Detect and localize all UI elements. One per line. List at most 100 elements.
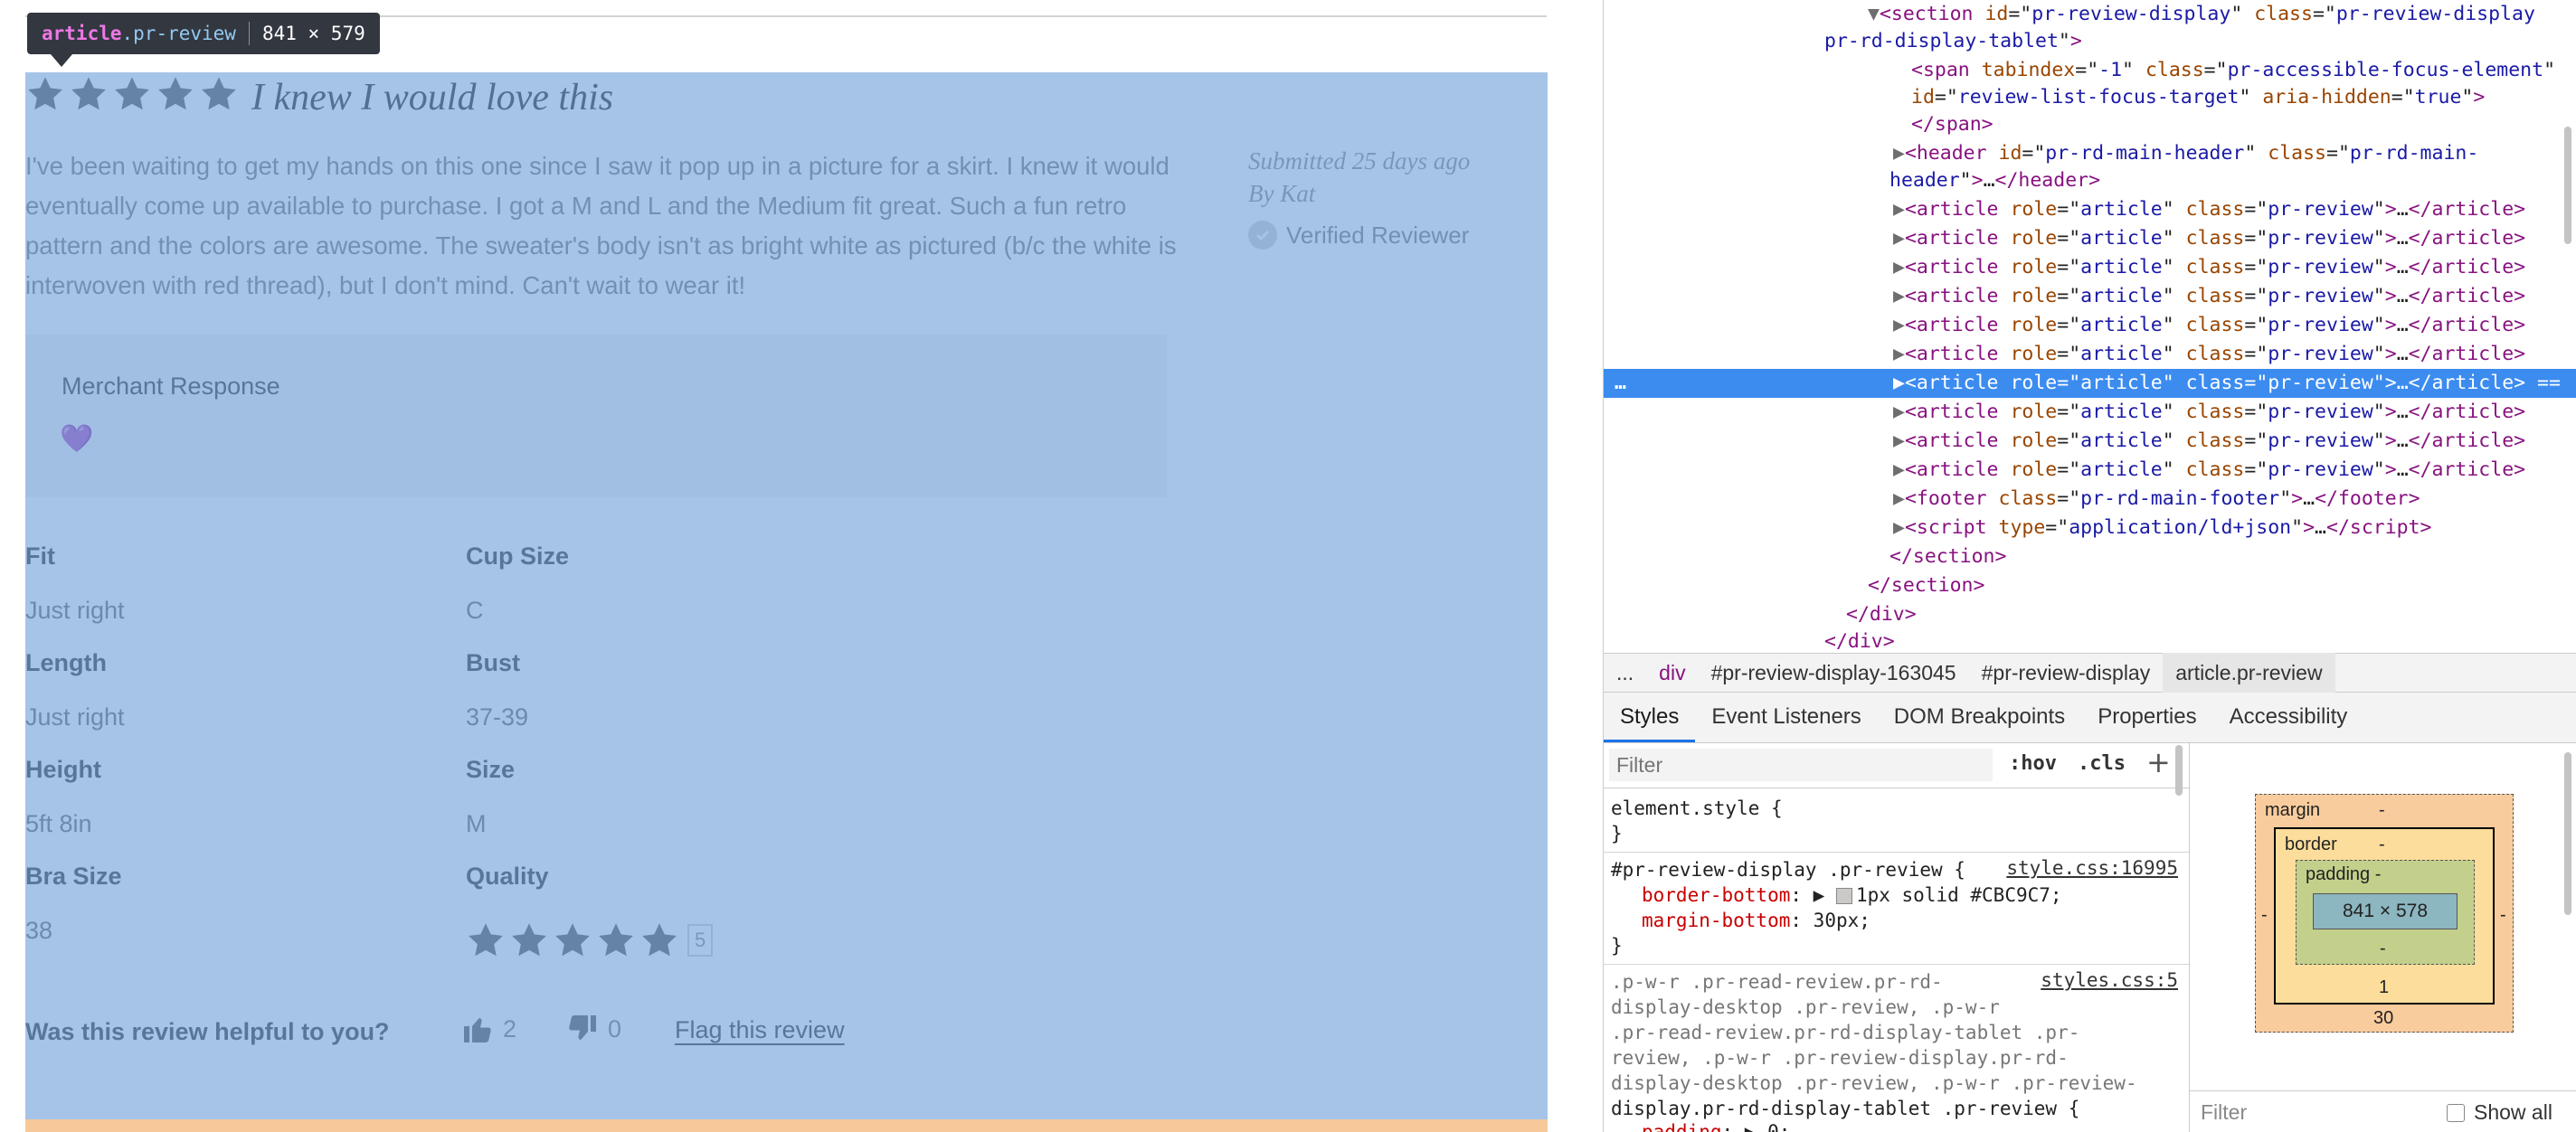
tab-dom-breakpoints[interactable]: DOM Breakpoints — [1878, 693, 2081, 742]
breadcrumb-ellipsis[interactable]: ... — [1604, 653, 1646, 693]
rule2-selector-line[interactable]: .pr-read-review.pr-rd-display-tablet .pr… — [1611, 1020, 2189, 1045]
attr-bra-value: 38 — [25, 917, 53, 944]
tooltip-tag: article — [42, 23, 122, 44]
padding-bottom-value[interactable]: - — [2380, 939, 2386, 959]
styles-scrollbar[interactable] — [2175, 745, 2183, 796]
merchant-response-body: 💜 — [60, 424, 94, 454]
class-toggle[interactable]: .cls — [2078, 752, 2126, 775]
rule2-selector-line[interactable]: display.pr-rd-display-tablet .pr-review … — [1611, 1096, 2189, 1121]
box-model-padding[interactable]: padding - 841 × 578 - — [2296, 860, 2475, 965]
breadcrumb-review-display[interactable]: #pr-review-display — [1969, 653, 2164, 693]
margin-right-value[interactable]: - — [2500, 905, 2506, 926]
hover-state-toggle[interactable]: :hov — [2009, 752, 2057, 775]
flag-review-link[interactable]: Flag this review — [675, 1016, 845, 1044]
show-all-label: Show all — [2474, 1100, 2552, 1124]
computed-filter-input[interactable]: Filter — [2201, 1100, 2247, 1125]
dom-node: header">…</header> — [1889, 169, 2101, 192]
rule2-selector-line[interactable]: display-desktop .pr-review, .p-w-r .pr-r… — [1611, 1071, 2189, 1096]
dom-node: id="review-list-focus-target" aria-hidde… — [1911, 86, 2486, 108]
helpful-no-button[interactable]: 0 — [566, 1013, 621, 1045]
dom-tree-scrollbar[interactable] — [2564, 127, 2571, 244]
rule2-selector-line[interactable]: display-desktop .pr-review, .p-w-r — [1611, 995, 2189, 1020]
review-meta: Submitted 25 days ago By Kat — [1248, 145, 1470, 210]
dom-node[interactable]: ▶<header id="pr-rd-main-header" class="p… — [1604, 139, 2576, 168]
helpful-yes-count: 2 — [503, 1014, 517, 1042]
dom-node-article[interactable]: ▶<article role="article" class="pr-revie… — [1604, 224, 2576, 253]
attr-bust-value: 37-39 — [466, 703, 529, 731]
dom-breadcrumb: ... div #pr-review-display-163045 #pr-re… — [1604, 653, 2576, 693]
dom-node: </section> — [1889, 545, 2007, 568]
box-model-border[interactable]: border - 1 padding - 841 × 578 - — [2274, 827, 2495, 1005]
box-model-scrollbar[interactable] — [2564, 752, 2571, 915]
tab-properties[interactable]: Properties — [2081, 693, 2212, 742]
quality-star-rating: 5 — [466, 920, 714, 960]
attr-cup-value: C — [466, 597, 484, 624]
element-style-selector[interactable]: element.style { — [1611, 796, 2189, 821]
border-bottom-value[interactable]: 1 — [2379, 977, 2389, 998]
quality-stars — [466, 920, 679, 960]
rule2-selector-line[interactable]: review, .p-w-r .pr-review-display.pr-rd- — [1611, 1045, 2189, 1071]
styles-filter-bar: :hov .cls + — [1604, 743, 2189, 796]
tooltip-class: .pr-review — [121, 23, 236, 44]
attr-bust-label: Bust — [466, 649, 520, 676]
review-star-rating — [25, 74, 239, 114]
dom-node-article[interactable]: ▶<article role="article" class="pr-revie… — [1604, 311, 2576, 340]
margin-top-value[interactable]: - — [2379, 800, 2385, 821]
breadcrumb-article[interactable]: article.pr-review — [2163, 653, 2335, 693]
breadcrumb-div[interactable]: div — [1646, 653, 1698, 693]
dom-node[interactable]: ▶<footer class="pr-rd-main-footer">…</fo… — [1604, 485, 2576, 514]
star-icon — [71, 77, 106, 110]
attr-length-label: Length — [25, 649, 107, 676]
show-all-toggle[interactable]: Show all — [2447, 1100, 2552, 1125]
rule2-selector-line[interactable]: .p-w-r .pr-read-review.pr-rd- — [1611, 969, 2189, 995]
dom-node-article[interactable]: ▶<article role="article" class="pr-revie… — [1604, 340, 2576, 369]
dom-node-article[interactable]: ▶<article role="article" class="pr-revie… — [1604, 456, 2576, 485]
element-style-close: } — [1611, 823, 1623, 844]
element-inspector-tooltip: article .pr-review 841 × 579 — [27, 13, 380, 54]
attr-fit-label: Fit — [25, 542, 55, 570]
dom-node-article[interactable]: ▶<article role="article" class="pr-revie… — [1604, 427, 2576, 456]
star-icon — [642, 923, 677, 957]
rule2-declaration-padding[interactable]: padding: ▶ 0; — [1611, 1119, 2189, 1132]
tab-event-listeners[interactable]: Event Listeners — [1695, 693, 1877, 742]
attr-bra-label: Bra Size — [25, 863, 122, 890]
box-model-margin[interactable]: margin - - - 30 border - 1 padding - 841… — [2255, 794, 2514, 1033]
review-body: I've been waiting to get my hands on thi… — [25, 152, 1177, 299]
margin-left-value[interactable]: - — [2261, 905, 2268, 926]
dom-node[interactable]: ▼<section id="pr-review-display" class="… — [1604, 0, 2576, 29]
color-swatch[interactable] — [1835, 888, 1852, 904]
border-label: border — [2285, 835, 2337, 854]
margin-bottom-value[interactable]: 30 — [2373, 1008, 2393, 1029]
rule1-declaration-border-bottom[interactable]: border-bottom: ▶ 1px solid #CBC9C7; — [1611, 882, 2189, 908]
review-author: By Kat — [1248, 180, 1316, 207]
elements-dom-tree[interactable]: ▼<section id="pr-review-display" class="… — [1604, 0, 2576, 653]
tab-accessibility[interactable]: Accessibility — [2213, 693, 2364, 742]
styles-filter-input[interactable] — [1609, 749, 1993, 781]
dom-node: </div> — [1846, 603, 1917, 626]
dom-node-article[interactable]: ▶<article role="article" class="pr-revie… — [1604, 282, 2576, 311]
margin-label: margin — [2265, 800, 2321, 820]
star-icon — [202, 77, 236, 110]
new-rule-plus-icon[interactable]: + — [2146, 745, 2171, 779]
dom-node-article[interactable]: ▶<article role="article" class="pr-revie… — [1604, 195, 2576, 224]
verified-reviewer-label: Verified Reviewer — [1286, 221, 1470, 249]
box-model-content-size[interactable]: 841 × 578 — [2313, 893, 2458, 929]
rule1-source-link[interactable]: style.css:16995 — [2006, 857, 2178, 879]
rule1-declaration-margin-bottom[interactable]: margin-bottom: 30px; — [1611, 908, 2189, 933]
dom-node-article[interactable]: ▶<article role="article" class="pr-revie… — [1604, 398, 2576, 427]
helpful-yes-button[interactable]: 2 — [461, 1013, 516, 1045]
breadcrumb-review-display-id[interactable]: #pr-review-display-163045 — [1699, 653, 1969, 693]
border-top-value[interactable]: - — [2379, 835, 2385, 855]
tab-styles[interactable]: Styles — [1604, 693, 1696, 742]
dom-node-article[interactable]: ▶<article role="article" class="pr-revie… — [1604, 253, 2576, 282]
dom-node-article-selected[interactable]: … ▶<article role="article" class="pr-revi… — [1604, 369, 2576, 398]
web-page: I knew I would love this I've been waiti… — [0, 0, 1603, 1132]
review-article[interactable]: I knew I would love this I've been waiti… — [25, 72, 1548, 1119]
dom-node[interactable]: ▶<script type="application/ld+json">…</s… — [1604, 514, 2576, 542]
star-icon — [512, 923, 546, 957]
check-circle-icon — [1248, 221, 1277, 250]
show-all-checkbox[interactable] — [2447, 1103, 2465, 1122]
dom-node[interactable]: <span tabindex="-1" class="pr-accessible… — [1604, 56, 2576, 85]
attr-fit-value: Just right — [25, 597, 125, 624]
star-icon — [555, 923, 590, 957]
